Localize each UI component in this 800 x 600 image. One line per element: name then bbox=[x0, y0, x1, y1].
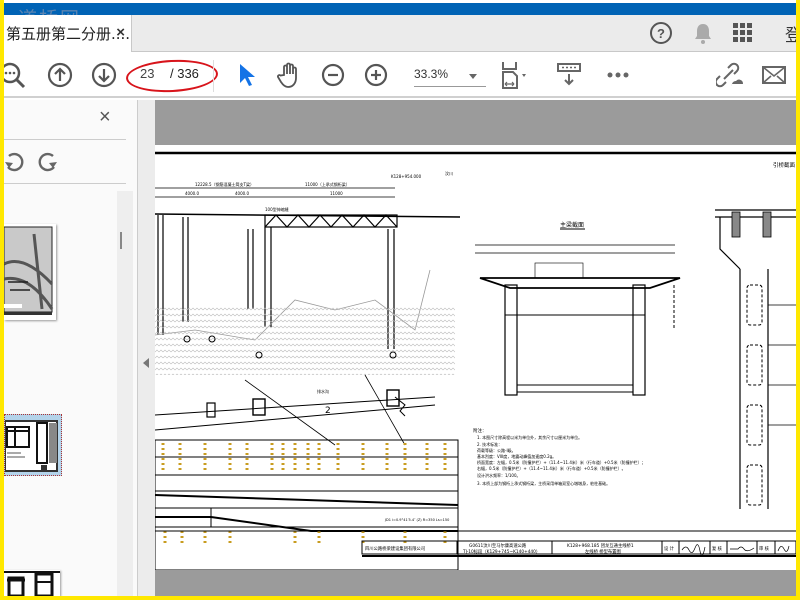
panel-scrollbar[interactable] bbox=[117, 191, 133, 596]
label-2: 2 bbox=[325, 406, 331, 416]
rotate-left-icon[interactable] bbox=[4, 150, 26, 179]
note-line: 1. 本图尺寸除高程以米为单位外，其余尺寸以厘米为单位。 bbox=[477, 434, 582, 440]
page-fit-icon[interactable] bbox=[500, 61, 536, 89]
page-thumbnails-panel: × bbox=[4, 100, 137, 596]
project-line: TJ-10标段（K129+745~K140+440） bbox=[462, 548, 540, 555]
document-viewer: 12228.5（钢筋混凝土简支T梁） 11000（上承式钢桁梁） 4000.0 … bbox=[155, 100, 796, 596]
note-line: 荷载等级：公路-I级。 bbox=[477, 447, 516, 453]
page-thumbnail[interactable] bbox=[4, 570, 60, 596]
apps-grid-icon[interactable] bbox=[730, 20, 756, 46]
station-label: K128+954.000 bbox=[391, 174, 422, 179]
approach-title: 引桥截面 bbox=[773, 161, 796, 169]
toolbar-divider bbox=[213, 60, 214, 92]
span-left-label: 12228.5（钢筋混凝土简支T梁） bbox=[195, 181, 254, 187]
help-icon[interactable]: ? bbox=[648, 20, 674, 46]
page-thumbnail[interactable] bbox=[4, 224, 56, 320]
drain-label: 排水沟 bbox=[317, 388, 329, 394]
svg-text:?: ? bbox=[657, 26, 665, 41]
review-label: 审 核 bbox=[759, 545, 770, 552]
select-cursor-icon[interactable] bbox=[232, 61, 260, 89]
page-thumbnail-selected[interactable] bbox=[4, 414, 62, 476]
sub-span-label: 11000 bbox=[330, 191, 343, 196]
more-options-icon[interactable] bbox=[604, 61, 632, 89]
divider bbox=[4, 183, 126, 184]
tab-bar: 第五册第二分册.... × ? 登 bbox=[4, 15, 796, 52]
note-line: 桥面宽度：左幅，0.5米（防撞护栏）+（11.4~11.4米）米（行车道）+0.… bbox=[477, 459, 646, 465]
note-line: 基本烈度：VIII度，地震动峰值加速度0.2g。 bbox=[477, 453, 556, 459]
zoom-in-button[interactable] bbox=[362, 61, 390, 89]
hand-tool-icon[interactable] bbox=[276, 61, 304, 89]
email-icon[interactable] bbox=[760, 61, 788, 89]
direction-label: 汶川 bbox=[445, 170, 453, 176]
sub-span-label: 4000.0 bbox=[185, 191, 199, 196]
note-line: 右幅，0.5米（防撞护栏）+（11.4~11.4米）米（行车道）+0.5米（防撞… bbox=[477, 465, 626, 471]
document-tab-title: 第五册第二分册.... bbox=[6, 25, 131, 43]
drawing-name-line: 左线桥 桥型布置图 bbox=[585, 548, 621, 555]
document-tab[interactable]: 第五册第二分册.... × bbox=[4, 15, 132, 52]
close-panel-button[interactable]: × bbox=[99, 106, 111, 129]
project-line: G0611汶川至马尔康高速公路 bbox=[469, 542, 527, 549]
company-name: 四川公路桥梁建设集团有限公司 bbox=[365, 545, 425, 552]
engineering-drawing: 12228.5（钢筋混凝土简支T梁） 11000（上承式钢桁梁） 4000.0 … bbox=[155, 151, 796, 570]
drawing-name-line: K128+968.185 团龙互通主线桥1 bbox=[567, 542, 634, 549]
note-line: 2. 技术标准： bbox=[477, 441, 502, 447]
previous-page-button[interactable] bbox=[46, 61, 74, 89]
next-page-button[interactable] bbox=[90, 61, 118, 89]
pdf-reader-window: 道桥网 第五册第二分册.... × ? 登 23 / 336 bbox=[4, 0, 796, 596]
check-label: 复 核 bbox=[712, 545, 723, 552]
pdf-page: 12228.5（钢筋混凝土简支T梁） 11000（上承式钢桁梁） 4000.0 … bbox=[155, 145, 796, 570]
notes-title: 附注： bbox=[473, 427, 487, 434]
toolbar: 23 / 336 33.3% bbox=[4, 52, 796, 98]
span-right-label: 11000（上承式钢桁梁） bbox=[305, 181, 350, 187]
chevron-down-icon[interactable] bbox=[469, 74, 477, 79]
collapse-arrow-icon[interactable] bbox=[143, 358, 149, 368]
rotate-right-icon[interactable] bbox=[36, 150, 58, 179]
login-button[interactable]: 登 bbox=[785, 21, 796, 46]
scroll-mode-icon[interactable] bbox=[556, 61, 582, 89]
panel-scrollbar-thumb[interactable] bbox=[120, 232, 122, 249]
collapse-panel-strip[interactable] bbox=[137, 100, 155, 596]
red-annotation-circle bbox=[125, 57, 219, 95]
signature bbox=[730, 546, 755, 552]
search-icon[interactable] bbox=[4, 61, 26, 89]
close-tab-button[interactable]: × bbox=[116, 24, 125, 41]
note-line: 设计洪水频率：1/100。 bbox=[477, 472, 521, 478]
bell-icon[interactable] bbox=[690, 20, 716, 46]
section-title: 主梁截面 bbox=[560, 221, 584, 229]
title-bar bbox=[4, 3, 796, 15]
design-label: 设 计 bbox=[664, 545, 675, 552]
zoom-out-button[interactable] bbox=[319, 61, 347, 89]
note-line: 3. 本桥上部为钢桁上承式钢桁梁，主桥采用单箱双室心墩墩身，桩柱基础。 bbox=[477, 480, 610, 486]
divider bbox=[4, 139, 126, 140]
sub-span-label: 4000.0 bbox=[235, 191, 249, 196]
signature bbox=[777, 545, 790, 552]
profile-text: JD1 i=0.9°41′5.4″ (Z) R=350 Ls=150 bbox=[384, 518, 449, 522]
deck-label: 100型伸缩缝 bbox=[265, 206, 289, 212]
share-link-icon[interactable] bbox=[716, 61, 744, 89]
